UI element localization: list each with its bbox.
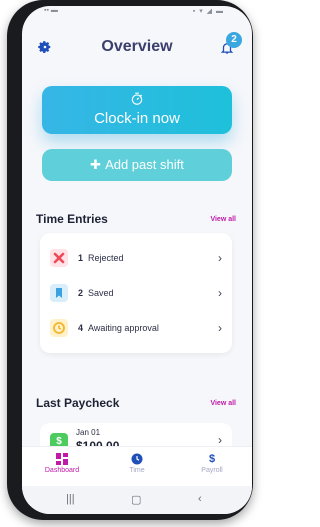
tab-label: Payroll: [201, 467, 223, 474]
add-past-shift-label: Add past shift: [105, 157, 184, 172]
chevron-right-icon: ›: [218, 251, 222, 265]
phone-frame: ▪▪ ▬ ▪ ▾ ◢ ▬ Overview 2 Clock-in now ✚ A…: [7, 0, 253, 520]
time-entries-view-all-link[interactable]: View all: [210, 216, 236, 223]
back-icon[interactable]: ‹: [198, 493, 202, 505]
notification-badge: 2: [226, 32, 242, 48]
chevron-right-icon: ›: [218, 321, 222, 335]
tab-time[interactable]: Time: [107, 453, 167, 474]
status-time-icon: ▪▪ ▬: [44, 7, 58, 14]
entry-count: 1: [78, 253, 84, 263]
status-icons: ▪ ▾ ◢ ▬: [192, 8, 224, 15]
home-icon[interactable]: ▢: [131, 493, 141, 506]
clock-in-label: Clock-in now: [94, 110, 180, 127]
plus-icon: ✚: [90, 157, 102, 172]
app-screen: ▪▪ ▬ ▪ ▾ ◢ ▬ Overview 2 Clock-in now ✚ A…: [22, 6, 252, 514]
top-header: Overview 2: [22, 32, 252, 64]
time-entries-card: 1 Rejected › 2 Saved › 4 Awaiting approv…: [40, 233, 232, 353]
dollar-icon: $: [208, 453, 216, 465]
status-bar: ▪▪ ▬ ▪ ▾ ◢ ▬: [22, 6, 252, 20]
tab-label: Time: [129, 467, 145, 474]
close-icon: [50, 249, 68, 267]
page-title: Overview: [101, 38, 173, 55]
entry-count: 2: [78, 288, 84, 298]
chevron-right-icon: ›: [218, 286, 222, 300]
time-entries-title: Time Entries: [36, 212, 108, 226]
add-past-shift-button[interactable]: ✚ Add past shift: [42, 149, 232, 181]
last-paycheck-view-all-link[interactable]: View all: [210, 400, 236, 407]
last-paycheck-title: Last Paycheck: [36, 396, 120, 410]
tab-label: Dashboard: [44, 467, 80, 474]
entry-label: Saved: [88, 288, 114, 298]
bookmark-icon: [50, 284, 68, 302]
tab-payroll[interactable]: $ Payroll: [182, 453, 242, 474]
clock-icon: [50, 319, 68, 337]
bottom-tab-bar: Dashboard Time $ Payroll: [22, 446, 252, 487]
clock-in-button[interactable]: Clock-in now: [42, 86, 232, 134]
stopwatch-icon: [131, 92, 143, 105]
recent-apps-icon[interactable]: |||: [66, 493, 75, 505]
entry-row-rejected[interactable]: 1 Rejected ›: [40, 246, 232, 270]
entry-row-awaiting-approval[interactable]: 4 Awaiting approval ›: [40, 316, 232, 340]
entry-label: Rejected: [88, 253, 124, 263]
chevron-right-icon: ›: [218, 433, 222, 447]
tab-dashboard[interactable]: Dashboard: [32, 453, 92, 474]
clock-icon: [131, 453, 143, 465]
entry-label: Awaiting approval: [88, 323, 159, 333]
system-navigation-bar: ||| ▢ ‹: [22, 486, 252, 514]
paycheck-date: Jan 01: [76, 428, 101, 437]
entry-count: 4: [78, 323, 84, 333]
dashboard-icon: [56, 453, 68, 465]
entry-row-saved[interactable]: 2 Saved ›: [40, 281, 232, 305]
